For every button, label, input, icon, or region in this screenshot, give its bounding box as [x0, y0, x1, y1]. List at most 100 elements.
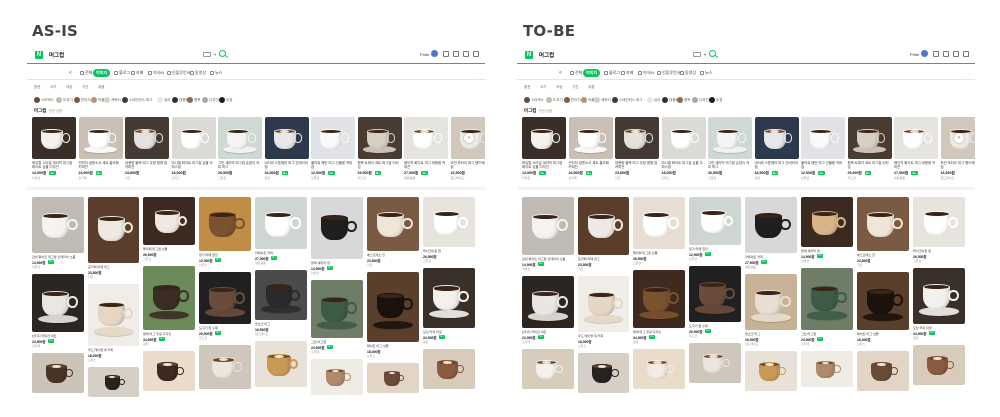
result-caption[interactable]: 그린 머그컵 [311, 340, 363, 344]
result-store[interactable]: 핸드메이드 [745, 342, 758, 346]
result-caption[interactable]: 홈카페 라떼 머그 [578, 257, 629, 261]
product-image[interactable] [357, 117, 402, 159]
result-store[interactable]: 선물샵 [689, 257, 697, 261]
result-caption[interactable]: 핫초코 머그 [255, 322, 307, 326]
result-store[interactable]: 홈카페 [311, 350, 319, 354]
image-result[interactable]: 화이트 머그 심플 18,000원 오피스 [367, 272, 419, 359]
image-result[interactable]: 도자기 컵 수제 29,900원 N+ 우드샵 [689, 266, 741, 339]
result-image[interactable] [745, 197, 797, 253]
notification-icon[interactable] [933, 51, 939, 57]
result-image[interactable] [745, 351, 797, 391]
result-store[interactable]: 공방 [633, 340, 638, 344]
result-store[interactable]: 키친 [578, 267, 583, 271]
result-image[interactable] [143, 197, 195, 245]
result-store[interactable]: 키친 [88, 275, 93, 279]
image-result[interactable] [633, 349, 685, 389]
more-tabs-button[interactable]: … [967, 71, 971, 76]
image-result[interactable]: 라떼아트 커피 27,900원 N+ 생활용품 [255, 197, 307, 266]
image-result[interactable] [88, 367, 139, 397]
result-image[interactable] [857, 351, 909, 391]
image-result[interactable]: 핫초코 머그 16,500원 핸드메이드 [255, 270, 307, 337]
tab-item[interactable]: 카페 [128, 69, 146, 77]
result-image[interactable] [578, 353, 629, 393]
product-title[interactable]: 미니멀 화이트 머그컵 심플 오피스컵 [662, 161, 706, 170]
image-result[interactable]: 빈티지 커피잔 세트 24,900원 N+ 홈카페 [32, 274, 84, 349]
result-image[interactable] [88, 197, 139, 263]
product-title[interactable]: 원목 트레이 세트 머그컵 티타임 [358, 161, 402, 170]
product-store[interactable]: 키친 [125, 176, 131, 180]
product-image[interactable] [125, 117, 169, 159]
image-result[interactable]: 테이크아웃 컵 26,500원 그릇집 [913, 197, 965, 264]
menu-icon[interactable] [963, 51, 969, 57]
image-result[interactable]: 홈카페 라떼 머그 23,800원 키친 [88, 197, 139, 280]
result-image[interactable] [857, 272, 909, 330]
result-image[interactable] [423, 197, 475, 247]
image-result[interactable]: 블랙 세라믹 컵 14,900원 N+ 리빙샵 [311, 197, 363, 276]
result-store[interactable]: 우드샵 [199, 336, 207, 340]
keyboard-icon[interactable] [203, 52, 211, 57]
image-result[interactable] [367, 363, 419, 393]
product-store[interactable]: 우드샵 [848, 176, 856, 180]
product-store[interactable]: 핸드메이드 [941, 176, 955, 180]
result-image[interactable] [367, 197, 419, 251]
image-result[interactable]: 홈카페 라떼 머그 23,800원 키친 [578, 197, 629, 272]
result-store[interactable]: 리빙샵 [801, 259, 809, 263]
image-result[interactable] [199, 345, 251, 389]
product-store[interactable]: 공방 [265, 176, 271, 180]
result-image[interactable] [913, 268, 965, 324]
product-title[interactable]: 플라워 패턴 머그 선물용 커피컵 [801, 161, 845, 170]
result-store[interactable]: 리빙샵 [32, 265, 40, 269]
product-title[interactable]: 플라워 패턴 머그 선물용 커피컵 [311, 161, 355, 170]
result-image[interactable] [633, 349, 685, 389]
result-caption[interactable]: 라떼아트 커피 [745, 255, 797, 259]
filter-option[interactable]: 크기 [50, 85, 56, 90]
result-caption[interactable]: 창가 라떼 한잔 [689, 247, 741, 251]
search-icon[interactable] [709, 50, 716, 57]
product-store[interactable]: 선물샵 [801, 176, 809, 180]
product-title[interactable]: 미니멀 화이트 머그컵 심플 오피스컵 [172, 161, 216, 170]
product-image[interactable] [78, 117, 123, 159]
result-caption[interactable]: 도자기 컵 수제 [199, 326, 251, 330]
result-image[interactable] [857, 197, 909, 251]
product-image[interactable] [754, 117, 799, 159]
result-caption[interactable]: 감성 화이트 머그컵 인테리어 소품 [32, 255, 84, 259]
product-store[interactable]: 그릇집 [708, 176, 716, 180]
product-image[interactable] [311, 117, 355, 159]
result-caption[interactable]: 핫초코 머그 [745, 332, 797, 336]
result-caption[interactable]: 블랙 세라믹 컵 [801, 249, 853, 253]
product-store[interactable]: 오피스 [172, 176, 180, 180]
product-store[interactable]: 오피스 [662, 176, 670, 180]
product-store[interactable]: 리빙샵 [522, 176, 530, 180]
result-image[interactable] [255, 270, 307, 320]
menu-icon[interactable] [473, 51, 479, 57]
result-image[interactable] [255, 341, 307, 387]
image-result[interactable] [423, 349, 475, 389]
product-image[interactable] [847, 117, 892, 159]
result-store[interactable]: 핸드메이드 [255, 332, 268, 336]
result-caption[interactable]: 창가 라떼 한잔 [199, 253, 251, 257]
result-store[interactable]: 오피스 [578, 344, 586, 348]
image-result[interactable] [913, 345, 965, 385]
result-caption[interactable]: 빈티지 커피잔 세트 [32, 334, 84, 338]
result-image[interactable] [801, 351, 853, 387]
avatar[interactable] [431, 50, 438, 57]
product-image[interactable] [615, 117, 659, 159]
result-image[interactable] [199, 345, 251, 389]
result-caption[interactable]: 블랙 머그 무광 디자인 [633, 330, 685, 334]
result-image[interactable] [522, 197, 574, 255]
image-result[interactable]: 창가 라떼 한잔 12,900원 N+ 선물샵 [199, 197, 251, 268]
result-caption[interactable]: 플라워 머그컵 선물 [143, 247, 195, 251]
search-input[interactable]: 머그컵 [539, 51, 554, 59]
result-caption[interactable]: 라떼아트 커피 [255, 251, 307, 255]
image-result[interactable] [255, 341, 307, 387]
result-image[interactable] [578, 197, 629, 255]
result-caption[interactable]: 우드 테이블 위 커피 [578, 334, 629, 338]
tab-item[interactable]: 이미지 [93, 69, 111, 77]
product-title[interactable]: 대용량 블랙 머그 무광 원형 컵 커피잔 [125, 161, 169, 170]
image-result[interactable]: 그린 머그컵 24,900원 N+ 홈카페 [311, 280, 363, 355]
result-store[interactable]: 선물샵 [199, 263, 207, 267]
result-image[interactable] [367, 272, 419, 342]
result-image[interactable] [745, 274, 797, 330]
image-result[interactable] [143, 351, 195, 391]
image-result[interactable]: 블랙 머그 무광 디자인 34,900원 N+ 공방 [633, 270, 685, 345]
